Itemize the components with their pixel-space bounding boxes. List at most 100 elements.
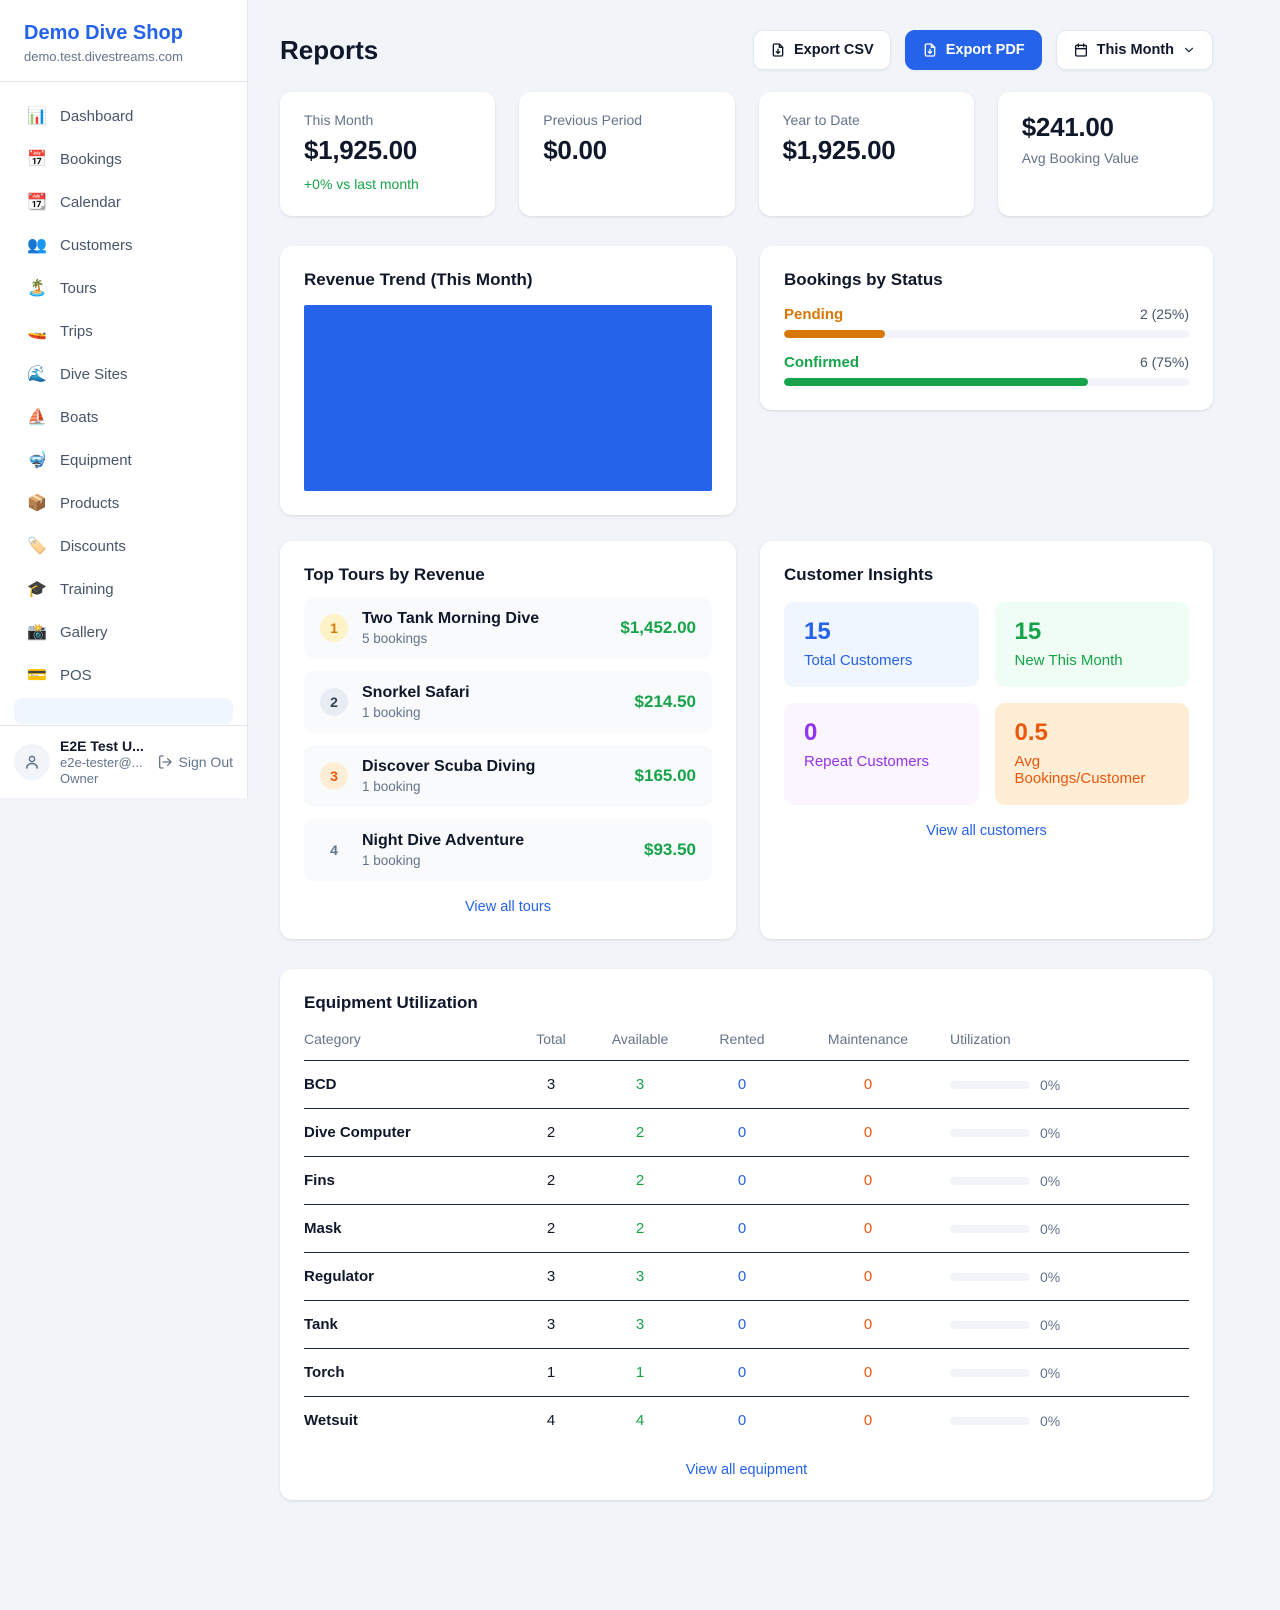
view-all-equipment-link[interactable]: View all equipment [304, 1462, 1189, 1478]
status-bar-fill [784, 330, 885, 338]
sidebar-item-equipment[interactable]: 🤿Equipment [12, 440, 235, 480]
revenue-trend-title: Revenue Trend (This Month) [304, 270, 712, 290]
gallery-icon: 📸 [26, 622, 48, 642]
sign-out-button[interactable]: Sign Out [157, 754, 233, 770]
equipment-table: Category Total Available Rented Maintena… [304, 1023, 1189, 1444]
status-row-confirmed: Confirmed 6 (75%) [784, 354, 1189, 386]
tile-label: Repeat Customers [804, 753, 959, 770]
cell-category: Dive Computer [304, 1109, 506, 1157]
cell-utilization: 0% [936, 1253, 1189, 1301]
trips-icon: 🚤 [26, 321, 48, 341]
sidebar-item-boats[interactable]: ⛵Boats [12, 397, 235, 437]
equipment-icon: 🤿 [26, 450, 48, 470]
sidebar-item-bookings[interactable]: 📅 Bookings [12, 139, 235, 179]
tour-name: Two Tank Morning Dive [362, 610, 606, 628]
sidebar-item-trips[interactable]: 🚤Trips [12, 311, 235, 351]
sidebar-item-label: Bookings [60, 151, 122, 168]
brand-domain: demo.test.divestreams.com [24, 49, 223, 64]
sign-out-label: Sign Out [179, 754, 233, 770]
cell-available: 3 [596, 1253, 684, 1301]
view-all-customers-link[interactable]: View all customers [784, 823, 1189, 839]
cell-available: 3 [596, 1301, 684, 1349]
export-pdf-button[interactable]: Export PDF [905, 30, 1042, 70]
cell-category: BCD [304, 1061, 506, 1109]
sidebar-item-tours[interactable]: 🏝️Tours [12, 268, 235, 308]
sidebar-item-training[interactable]: 🎓Training [12, 569, 235, 609]
cell-rented: 0 [684, 1253, 800, 1301]
cell-total: 2 [506, 1157, 596, 1205]
sidebar-item-dive-sites[interactable]: 🌊Dive Sites [12, 354, 235, 394]
period-select[interactable]: This Month [1056, 30, 1213, 70]
user-role: Owner [60, 771, 147, 786]
cell-category: Wetsuit [304, 1397, 506, 1445]
sidebar-item-label: Gallery [60, 624, 108, 641]
products-icon: 📦 [26, 493, 48, 513]
tour-name: Snorkel Safari [362, 684, 621, 702]
cell-available: 2 [596, 1205, 684, 1253]
cell-maintenance: 0 [800, 1349, 936, 1397]
sidebar-item-gallery[interactable]: 📸 Gallery [12, 612, 235, 652]
utilization-pct: 0% [1040, 1413, 1060, 1429]
tour-revenue: $1,452.00 [620, 618, 696, 638]
status-label: Confirmed [784, 354, 859, 371]
export-csv-button[interactable]: Export CSV [753, 30, 891, 70]
sidebar: Demo Dive Shop demo.test.divestreams.com… [0, 0, 248, 798]
sidebar-item-label: POS [60, 667, 92, 684]
cell-rented: 0 [684, 1349, 800, 1397]
cell-utilization: 0% [936, 1109, 1189, 1157]
file-download-icon [770, 42, 786, 58]
calendar-icon [1073, 42, 1089, 58]
cell-maintenance: 0 [800, 1397, 936, 1445]
stat-delta: +0% vs last month [304, 176, 471, 192]
sidebar-item-pos[interactable]: 💳POS [12, 655, 235, 695]
cell-utilization: 0% [936, 1301, 1189, 1349]
sidebar-item-label: Tours [60, 280, 97, 297]
tour-name: Discover Scuba Diving [362, 758, 621, 776]
stat-cards-row: This Month $1,925.00 +0% vs last month P… [280, 92, 1213, 216]
sidebar-item-calendar[interactable]: 📆Calendar [12, 182, 235, 222]
customers-icon: 👥 [26, 235, 48, 255]
cell-category: Tank [304, 1301, 506, 1349]
stat-card-previous-period: Previous Period $0.00 [519, 92, 734, 216]
status-count: 6 (75%) [1140, 354, 1189, 370]
cell-maintenance: 0 [800, 1061, 936, 1109]
bookings-by-status-title: Bookings by Status [784, 270, 1189, 290]
sidebar-item-discounts[interactable]: 🏷️Discounts [12, 526, 235, 566]
sidebar-item-dashboard[interactable]: 📊Dashboard [12, 96, 235, 136]
brand-name: Demo Dive Shop [24, 20, 223, 46]
cell-category: Mask [304, 1205, 506, 1253]
stat-label: This Month [304, 112, 471, 128]
sidebar-item-label: Dashboard [60, 108, 133, 125]
tile-avg-bookings: 0.5 Avg Bookings/Customer [995, 703, 1190, 805]
utilization-bar [950, 1081, 1030, 1089]
tour-row: 4 Night Dive Adventure1 booking $93.50 [304, 819, 712, 881]
top-tours-title: Top Tours by Revenue [304, 565, 712, 585]
bookings-icon: 📅 [26, 149, 48, 169]
file-download-icon [922, 42, 938, 58]
sidebar-item-customers[interactable]: 👥 Customers [12, 225, 235, 265]
tile-label: New This Month [1015, 652, 1170, 669]
tile-value: 0 [804, 719, 959, 747]
logout-icon [157, 754, 173, 770]
utilization-pct: 0% [1040, 1269, 1060, 1285]
view-all-tours-link[interactable]: View all tours [304, 899, 712, 915]
stat-card-year-to-date: Year to Date $1,925.00 [759, 92, 974, 216]
sidebar-item-label: Customers [60, 237, 133, 254]
cell-available: 3 [596, 1061, 684, 1109]
cell-available: 1 [596, 1349, 684, 1397]
tour-name: Night Dive Adventure [362, 832, 630, 850]
status-bar-track [784, 378, 1189, 386]
cell-rented: 0 [684, 1397, 800, 1445]
status-bar-fill [784, 378, 1088, 386]
tile-label: Avg Bookings/Customer [1015, 753, 1170, 787]
sidebar-item-label: Calendar [60, 194, 121, 211]
sidebar-item-products[interactable]: 📦Products [12, 483, 235, 523]
table-row: Mask 2 2 0 0 0% [304, 1205, 1189, 1253]
utilization-bar [950, 1177, 1030, 1185]
rank-badge: 3 [320, 762, 348, 790]
user-name: E2E Test U... [60, 738, 147, 754]
sidebar-item-reports-partial[interactable] [14, 698, 233, 724]
stat-label: Avg Booking Value [1022, 150, 1189, 166]
rank-badge: 1 [320, 614, 348, 642]
status-count: 2 (25%) [1140, 306, 1189, 322]
